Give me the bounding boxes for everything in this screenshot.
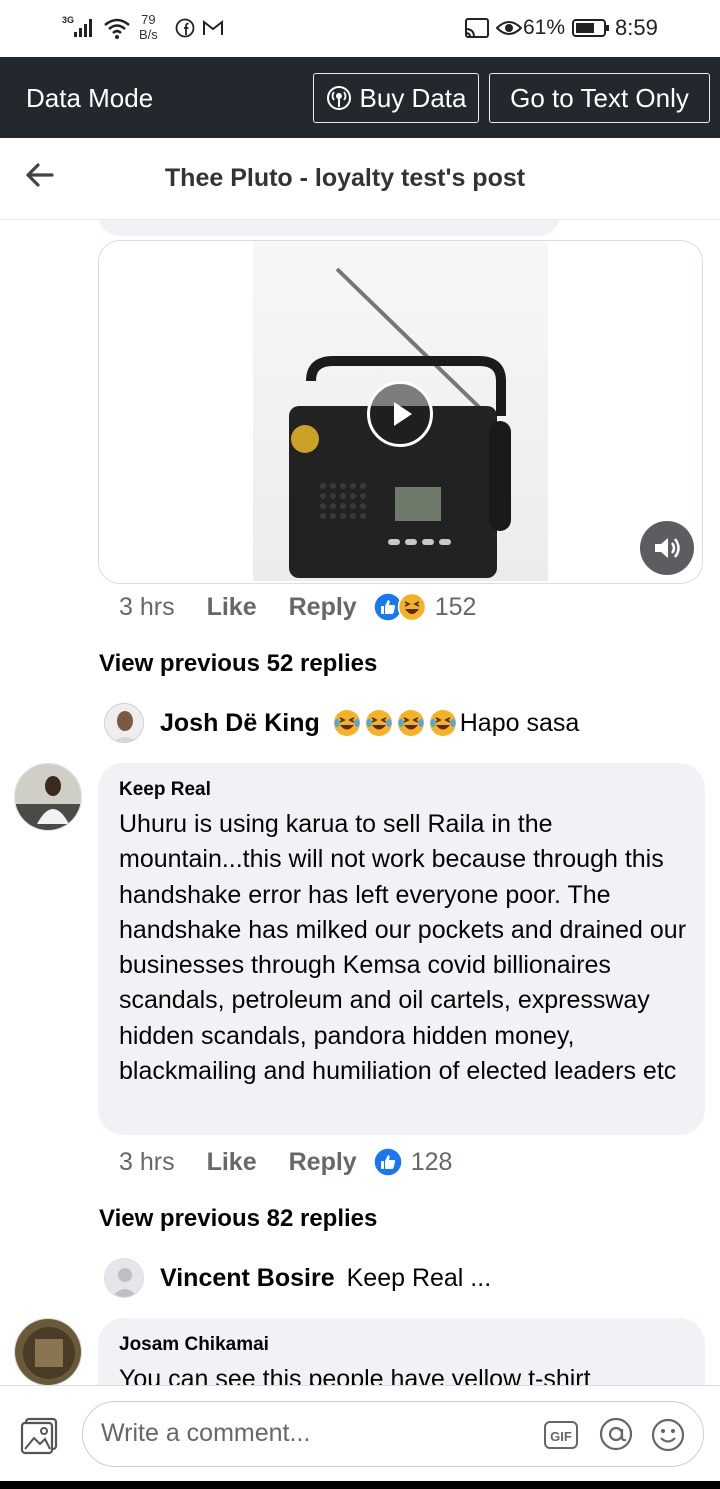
gif-icon[interactable]: GIF xyxy=(543,1419,579,1451)
comment-time: 3 hrs xyxy=(119,1147,175,1176)
reply-preview[interactable]: Josh Dë King Hapo sasa xyxy=(104,702,579,744)
reaction-count: 128 xyxy=(410,1147,453,1176)
video-attachment[interactable] xyxy=(98,240,703,584)
avatar[interactable] xyxy=(14,1318,82,1385)
system-nav-bar xyxy=(0,1481,720,1489)
avatar[interactable] xyxy=(14,763,82,831)
default-avatar-icon xyxy=(105,1259,143,1297)
avatar-image xyxy=(105,704,143,742)
speaker-icon xyxy=(655,538,680,558)
cast-icon xyxy=(465,18,489,38)
reply-text: Hapo sasa xyxy=(459,708,580,737)
like-button[interactable]: Like xyxy=(207,593,257,622)
previous-comment-bubble xyxy=(98,220,560,236)
comment-text: Uhuru is using karua to sell Raila in th… xyxy=(119,810,687,1086)
comment-actions: 3 hrs Like Reply 128 xyxy=(119,1147,452,1177)
comment-composer: GIF xyxy=(0,1385,720,1481)
comments-feed[interactable]: 3 hrs Like Reply 152 View previous 52 re… xyxy=(0,220,720,1385)
status-bar: 3G 79 B/s 61% 8:59 xyxy=(0,0,720,57)
view-previous-replies[interactable]: View previous 52 replies xyxy=(99,650,377,678)
play-icon xyxy=(394,402,412,426)
comment-bubble[interactable]: Josam Chikamai You can see this people h… xyxy=(98,1318,705,1385)
reply-text-wrap: Hapo sasa xyxy=(332,708,580,738)
signal-icon: 3G xyxy=(62,15,92,37)
data-mode-label: Data Mode xyxy=(26,83,154,113)
net-speed: 79 B/s xyxy=(139,12,158,42)
gif-label: GIF xyxy=(550,1429,572,1444)
avatar[interactable] xyxy=(104,1258,144,1298)
reply-text: Keep Real ... xyxy=(346,1263,492,1292)
clock: 8:59 xyxy=(615,15,658,40)
like-reaction-icon xyxy=(372,1147,403,1177)
like-button[interactable]: Like xyxy=(207,1148,257,1177)
comment-bubble[interactable]: Keep Real Uhuru is using karua to sell R… xyxy=(98,763,705,1135)
gmail-icon xyxy=(203,19,223,35)
mention-icon[interactable] xyxy=(598,1416,634,1452)
avatar-image xyxy=(15,764,81,830)
reply-preview[interactable]: Vincent Bosire Keep Real ... xyxy=(104,1257,491,1299)
buy-data-button[interactable]: Buy Data xyxy=(313,73,479,123)
laughing-tears-emoji-icon xyxy=(333,710,360,736)
laughing-tears-emoji-icon xyxy=(429,710,456,736)
facebook-icon xyxy=(175,18,195,38)
text-only-button[interactable]: Go to Text Only xyxy=(489,73,710,123)
broadcast-icon xyxy=(326,86,351,110)
page-title: Thee Pluto - loyalty test's post xyxy=(164,164,526,192)
comment-actions: 3 hrs Like Reply 152 xyxy=(119,592,476,622)
data-mode-bar: Data Mode Buy Data Go to Text Only xyxy=(0,57,720,138)
comment-text: You can see this people have yellow t-sh… xyxy=(119,1365,591,1385)
laughing-tears-emoji-icon xyxy=(365,710,392,736)
text-only-label: Go to Text Only xyxy=(510,82,689,113)
view-previous-replies[interactable]: View previous 82 replies xyxy=(99,1205,377,1233)
avatar-image xyxy=(15,1319,81,1385)
laughing-tears-emoji-icon xyxy=(397,710,424,736)
play-button[interactable] xyxy=(367,381,433,447)
emoji-icon[interactable] xyxy=(650,1417,686,1453)
reply-author[interactable]: Vincent Bosire xyxy=(160,1264,335,1293)
post-header: Thee Pluto - loyalty test's post xyxy=(0,138,720,220)
battery-icon xyxy=(572,19,609,37)
svg-text:3G: 3G xyxy=(62,15,74,25)
comment-field[interactable]: GIF xyxy=(82,1401,704,1467)
reactions-summary[interactable]: 152 xyxy=(372,592,477,622)
reactions-summary[interactable]: 128 xyxy=(372,1147,453,1177)
photo-icon[interactable] xyxy=(20,1416,60,1456)
sound-toggle-button[interactable] xyxy=(640,521,694,575)
wifi-icon xyxy=(104,18,130,39)
comment-author[interactable]: Keep Real xyxy=(119,779,211,801)
battery-percent: 61% xyxy=(523,16,566,39)
buy-data-label: Buy Data xyxy=(359,82,467,113)
avatar[interactable] xyxy=(104,703,144,743)
eye-comfort-icon xyxy=(496,21,522,35)
reply-button[interactable]: Reply xyxy=(289,1148,357,1177)
reply-author[interactable]: Josh Dë King xyxy=(160,709,320,738)
comment-author[interactable]: Josam Chikamai xyxy=(119,1334,269,1356)
comment-time: 3 hrs xyxy=(119,592,175,621)
comment-input[interactable] xyxy=(101,1419,521,1448)
haha-reaction-icon xyxy=(397,592,426,622)
reply-button[interactable]: Reply xyxy=(289,593,357,622)
reaction-count: 152 xyxy=(434,592,477,621)
